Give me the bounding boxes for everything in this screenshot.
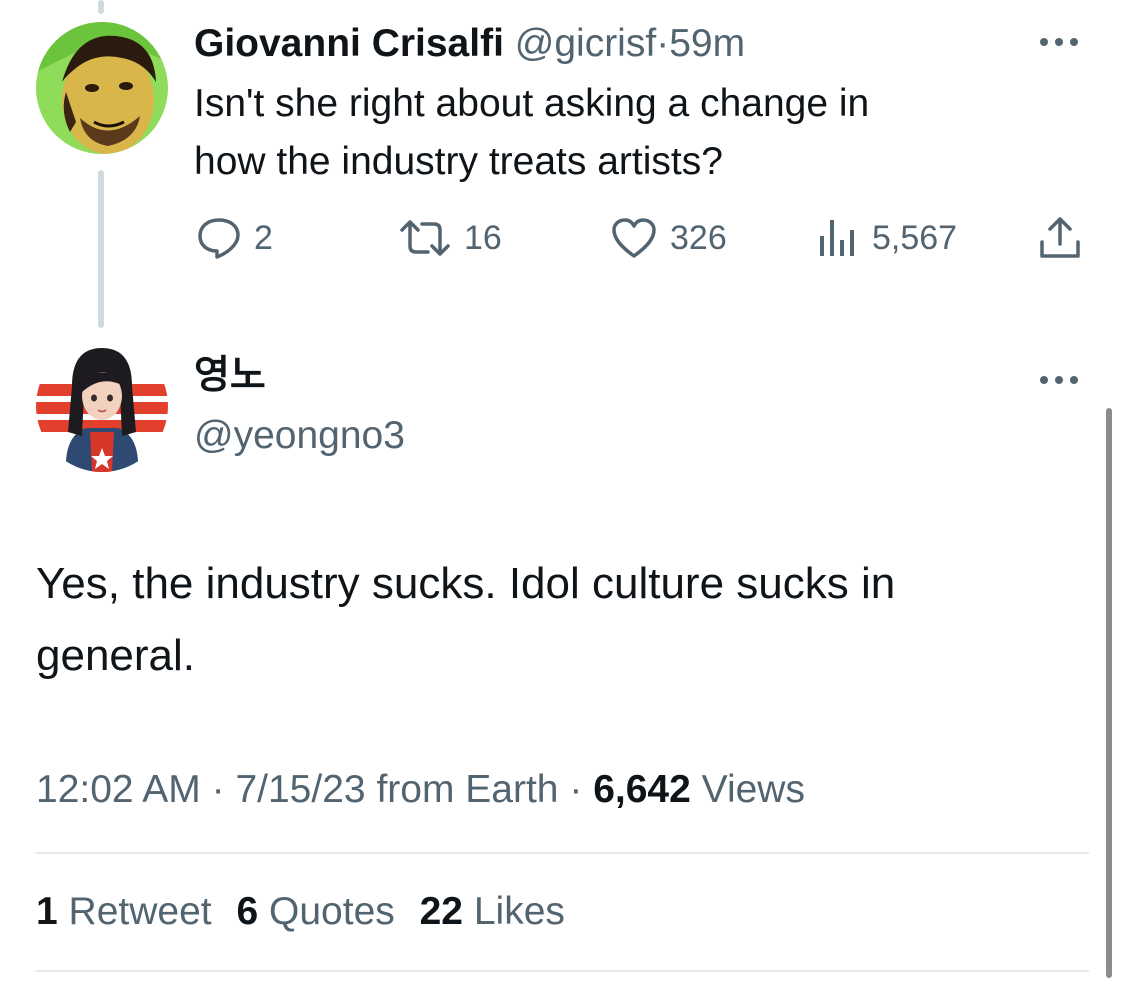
share-button[interactable]	[1036, 215, 1096, 261]
retweet-stat-label: Retweet	[68, 890, 212, 933]
like-stat-count: 22	[419, 890, 463, 933]
like-stat-label: Likes	[473, 890, 565, 933]
more-icon	[1040, 376, 1078, 384]
quote-stat-count: 6	[236, 890, 259, 933]
thread-line	[98, 170, 104, 328]
parent-tweet-header: Giovanni Crisalfi @gicrisf·59m	[194, 20, 745, 68]
parent-separator: ·	[656, 22, 670, 65]
like-count: 326	[670, 218, 727, 257]
retweet-count: 16	[464, 218, 502, 257]
like-stat[interactable]: 22 Likes	[420, 890, 565, 933]
avatar-yeongno-image	[36, 340, 168, 472]
retweet-icon	[400, 220, 450, 256]
views-button[interactable]: 5,567	[816, 215, 957, 261]
main-author-name[interactable]: 영노	[194, 352, 266, 400]
reply-icon	[198, 218, 240, 259]
tweet-date[interactable]: 7/15/23	[235, 768, 365, 811]
parent-author-handle[interactable]: @gicrisf	[515, 22, 656, 65]
share-icon	[1040, 217, 1080, 258]
divider-bottom	[36, 970, 1089, 972]
main-tweet-text-line1: Yes, the industry sucks. Idol culture su…	[36, 559, 896, 608]
reply-button[interactable]: 2	[196, 215, 273, 261]
heart-icon	[612, 218, 656, 258]
tweet-source: from Earth	[376, 768, 559, 811]
parent-tweet-text-line1: Isn't she right about asking a change in	[194, 82, 870, 125]
avatar-giovanni[interactable]	[36, 22, 168, 154]
meta-separator-1: ·	[211, 768, 225, 811]
like-button[interactable]: 326	[610, 215, 727, 261]
quote-stat-label: Quotes	[269, 890, 395, 933]
views-icon	[820, 220, 854, 256]
parent-timestamp[interactable]: 59m	[669, 22, 745, 65]
main-tweet-text-line2: general.	[36, 631, 196, 680]
meta-separator-2: ·	[569, 768, 583, 811]
views-count[interactable]: 6,642	[593, 768, 691, 811]
avatar-yeongno[interactable]	[36, 340, 168, 472]
thread-line-top	[98, 0, 104, 14]
retweet-stat[interactable]: 1 Retweet	[36, 890, 222, 933]
retweet-button[interactable]: 16	[398, 215, 502, 261]
tweet-meta: 12:02 AM · 7/15/23 from Earth · 6,642 Vi…	[36, 766, 805, 814]
avatar-giovanni-image	[36, 22, 168, 154]
main-more-button[interactable]	[1034, 370, 1084, 390]
main-author-handle[interactable]: @yeongno3	[194, 412, 405, 460]
parent-author-name[interactable]: Giovanni Crisalfi	[194, 22, 504, 65]
quote-stat[interactable]: 6 Quotes	[236, 890, 405, 933]
engagement-stats: 1 Retweet 6 Quotes 22 Likes	[36, 888, 565, 936]
retweet-stat-count: 1	[36, 890, 58, 933]
divider-top	[36, 852, 1089, 854]
reply-count: 2	[254, 218, 273, 257]
scrollbar[interactable]	[1106, 408, 1112, 978]
view-count: 5,567	[872, 218, 958, 257]
views-label[interactable]: Views	[702, 768, 805, 811]
parent-more-button[interactable]	[1034, 32, 1084, 52]
more-icon	[1040, 38, 1078, 46]
parent-tweet-text-line2: how the industry treats artists?	[194, 140, 723, 183]
tweet-time[interactable]: 12:02 AM	[36, 768, 201, 811]
